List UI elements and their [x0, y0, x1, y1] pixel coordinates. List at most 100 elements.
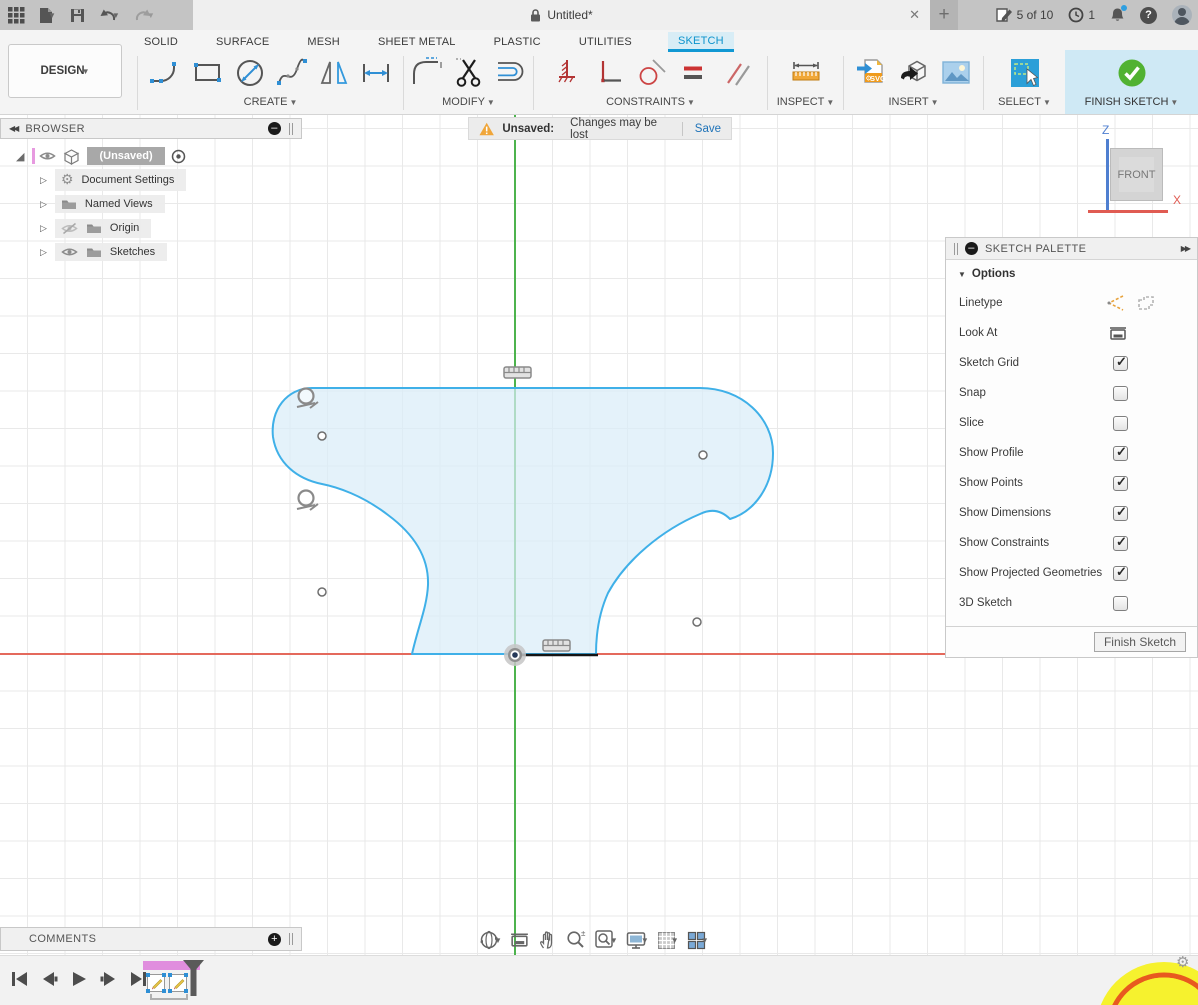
sketch-grid-checkbox[interactable] — [1113, 356, 1128, 371]
expand-root-icon[interactable]: ◢ — [16, 150, 24, 163]
rectangle-tool-icon[interactable] — [191, 56, 225, 90]
undo-button[interactable]: ▼ — [99, 8, 120, 23]
help-button[interactable]: ? — [1140, 7, 1157, 24]
design-workspace-button[interactable]: DESIGN ▼ — [8, 44, 122, 98]
expand-icon[interactable]: ▷ — [40, 175, 47, 186]
browser-root-row[interactable]: ◢ (Unsaved) — [16, 144, 186, 168]
browser-collapse-icon[interactable]: ◀◀ — [9, 124, 17, 133]
palette-collapse-icon[interactable]: ▶▶ — [1181, 244, 1189, 253]
group-create-label[interactable]: CREATE▼ — [138, 96, 403, 108]
finish-sketch-icon[interactable] — [1115, 56, 1149, 90]
fillet-tool-icon[interactable] — [410, 56, 444, 90]
expand-icon[interactable]: ▷ — [40, 199, 47, 210]
show-dimensions-checkbox[interactable] — [1113, 506, 1128, 521]
group-insert-label[interactable]: INSERT▼ — [844, 96, 983, 108]
dimension-tool-icon[interactable] — [359, 56, 393, 90]
browser-row-sketches[interactable]: ▷ Sketches — [40, 240, 167, 264]
expand-icon[interactable]: ▷ — [40, 223, 47, 234]
pan-button[interactable] — [537, 930, 558, 951]
save-icon[interactable] — [70, 8, 85, 23]
tangent-constraint-glyph[interactable] — [297, 491, 318, 511]
insert-derive-icon[interactable] — [897, 56, 931, 90]
display-settings-button[interactable]: ▼ — [625, 930, 649, 950]
browser-row-document-settings[interactable]: ▷ ⚙ Document Settings — [40, 168, 186, 192]
save-link[interactable]: Save — [691, 123, 721, 135]
offset-tool-icon[interactable] — [494, 56, 528, 90]
eye-icon[interactable] — [61, 246, 78, 258]
expand-icon[interactable]: ▷ — [40, 247, 47, 258]
insert-canvas-icon[interactable] — [939, 56, 973, 90]
close-tab-icon[interactable]: ✕ — [909, 0, 920, 30]
sketch-point[interactable] — [693, 618, 701, 626]
snap-checkbox[interactable] — [1113, 386, 1128, 401]
tab-sketch[interactable]: SKETCH — [668, 32, 734, 52]
palette-hide-icon[interactable]: – — [965, 242, 978, 255]
3d-sketch-checkbox[interactable] — [1113, 596, 1128, 611]
browser-row-origin[interactable]: ▷ Origin — [40, 216, 151, 240]
zoom-button[interactable]: ± — [565, 929, 587, 951]
look-at-button[interactable] — [509, 931, 530, 949]
timeline-sketch-feature[interactable] — [147, 974, 165, 992]
look-at-icon[interactable] — [1108, 325, 1128, 342]
group-finish-sketch[interactable]: FINISH SKETCH▼ — [1065, 50, 1198, 114]
finish-sketch-button[interactable]: Finish Sketch — [1094, 632, 1186, 652]
play-icon[interactable] — [70, 969, 88, 989]
palette-grip[interactable] — [954, 243, 958, 255]
trim-tool-icon[interactable] — [452, 56, 486, 90]
alerts-button[interactable] — [1110, 7, 1125, 23]
root-document-label[interactable]: (Unsaved) — [87, 147, 164, 165]
grid-settings-button[interactable]: ▼ — [656, 930, 679, 951]
viewports-button[interactable]: ▼ — [686, 930, 709, 951]
select-tool-icon[interactable] — [1008, 56, 1042, 90]
redo-button[interactable]: ▼ — [134, 8, 155, 23]
orbit-button[interactable]: ▼ — [478, 929, 502, 951]
measure-tool-icon[interactable] — [788, 56, 824, 90]
group-constraints-label[interactable]: CONSTRAINTS▼ — [534, 96, 767, 108]
group-inspect-label[interactable]: INSPECT▼ — [768, 96, 843, 108]
app-launcher-icon[interactable] — [8, 7, 25, 24]
notifications-center-button[interactable]: 1 — [1068, 7, 1095, 23]
step-forward-icon[interactable] — [100, 969, 118, 989]
construction-linetype-icon[interactable] — [1106, 294, 1126, 312]
fit-button[interactable]: ▼ — [594, 929, 618, 951]
arc-tool-icon[interactable] — [149, 56, 183, 90]
go-to-end-icon[interactable] — [130, 969, 148, 989]
sketch-point[interactable] — [318, 432, 326, 440]
file-menu-button[interactable]: ▼ — [39, 7, 56, 24]
palette-options-section[interactable]: ▼ Options — [946, 260, 1197, 288]
equal-constraint-icon[interactable] — [676, 56, 710, 90]
browser-grip[interactable] — [289, 123, 293, 135]
sketch-point[interactable] — [699, 451, 707, 459]
eye-off-icon[interactable] — [61, 222, 78, 235]
avatar[interactable] — [1172, 5, 1192, 25]
add-comment-icon[interactable]: + — [268, 933, 281, 946]
parallel-constraint-icon[interactable] — [718, 56, 752, 90]
tangent-constraint-icon[interactable] — [634, 56, 668, 90]
mirror-tool-icon[interactable] — [317, 56, 351, 90]
go-to-start-icon[interactable] — [10, 969, 28, 989]
circle-tool-icon[interactable] — [233, 56, 267, 90]
comments-grip[interactable] — [289, 933, 293, 945]
group-finish-sketch-label[interactable]: FINISH SKETCH▼ — [1065, 96, 1198, 108]
dimension-constraint-glyph[interactable] — [543, 640, 570, 651]
show-points-checkbox[interactable] — [1113, 476, 1128, 491]
activate-radio-icon[interactable] — [171, 149, 186, 164]
origin-point[interactable] — [504, 644, 526, 666]
spline-tool-icon[interactable] — [275, 56, 309, 90]
browser-row-named-views[interactable]: ▷ Named Views — [40, 192, 165, 216]
show-profile-checkbox[interactable] — [1113, 446, 1128, 461]
section-collapse-caret[interactable]: ▼ — [958, 270, 966, 279]
slice-checkbox[interactable] — [1113, 416, 1128, 431]
dimension-constraint-glyph[interactable] — [504, 367, 531, 378]
sketch-profile[interactable] — [273, 388, 773, 654]
document-tab[interactable]: Untitled* ✕ — [193, 0, 930, 30]
show-projected-geometries-checkbox[interactable] — [1113, 566, 1128, 581]
job-status-button[interactable]: 5 of 10 — [996, 7, 1054, 23]
projection-linetype-icon[interactable] — [1136, 294, 1156, 312]
eye-icon[interactable] — [39, 150, 56, 162]
insert-svg-icon[interactable]: ⚙SVG — [855, 56, 889, 90]
new-tab-button[interactable]: + — [930, 0, 958, 30]
timeline-position-marker[interactable] — [183, 959, 205, 997]
fixed-constraint-icon[interactable] — [550, 56, 584, 90]
show-constraints-checkbox[interactable] — [1113, 536, 1128, 551]
